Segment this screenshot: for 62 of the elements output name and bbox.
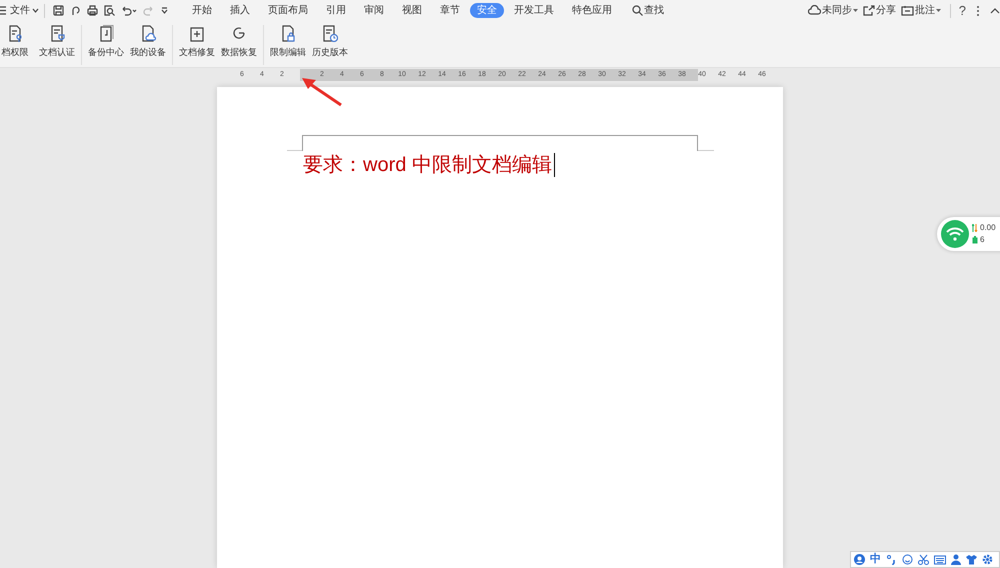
tab[interactable]: 章节 [432,3,468,18]
document-text: 要求：word 中限制文档编辑 [303,153,552,177]
ribbon-button[interactable]: 文档修复 [176,25,218,58]
network-speed: 0.00 [980,222,996,234]
print-icon[interactable] [87,5,98,16]
tab[interactable]: 视图 [394,3,430,18]
file-menu[interactable]: 文件 [10,3,39,18]
ribbon-button[interactable]: 数据恢复 [218,25,260,58]
more-icon[interactable] [976,4,980,16]
user-circle-icon[interactable] [854,554,865,565]
shirt-icon[interactable] [966,554,977,565]
tab[interactable]: 开始 [184,3,220,18]
network-count: 6 [980,234,984,246]
network-widget[interactable]: 0.00 6 [937,217,1000,251]
comment-button[interactable]: 批注 [900,3,941,18]
ribbon-button[interactable]: 限制编辑 [267,25,309,58]
share-button[interactable]: 分享 [862,3,896,18]
document-lock-icon[interactable] [280,25,296,42]
preview-icon[interactable] [104,5,115,16]
tab[interactable]: 开发工具 [506,3,562,18]
share-icon[interactable] [862,5,875,16]
scissors-icon[interactable] [918,554,929,565]
tab[interactable]: 特色应用 [564,3,620,18]
tab[interactable]: 审阅 [356,3,392,18]
comment-icon[interactable] [900,5,914,16]
smiley-icon[interactable] [902,554,913,565]
speed-icon[interactable] [972,224,978,232]
caret-icon[interactable] [936,8,941,12]
sync-button[interactable]: 未同步 [808,3,858,18]
save-icon[interactable] [53,5,64,16]
keyboard-icon[interactable] [934,554,946,564]
ribbon-button[interactable]: 我的设备 [127,25,169,58]
tab[interactable]: 插入 [222,3,258,18]
tab[interactable]: 页面布局 [260,3,316,18]
help-button[interactable]: ? [958,0,966,20]
dropdown-icon[interactable] [160,6,169,15]
document-cloud-icon[interactable] [140,25,156,42]
document-clock-icon[interactable] [322,25,338,42]
caret-icon[interactable] [32,8,39,13]
wifi-icon[interactable] [941,220,969,248]
ribbon-button[interactable]: 备份中心 [85,25,127,58]
document-stack-icon[interactable] [98,25,114,42]
cloud-icon[interactable] [808,5,821,16]
ime-mode-label[interactable]: 中 [870,551,881,568]
collapse-icon[interactable] [990,8,1000,14]
undo-icon[interactable] [121,5,137,16]
ribbon-button[interactable]: 档权限 [0,25,36,58]
document-key-icon[interactable] [7,25,23,42]
search-icon[interactable] [632,5,643,16]
battery-icon[interactable] [972,236,978,244]
tab[interactable]: 引用 [318,3,354,18]
search-button[interactable]: 查找 [632,3,664,18]
ribbon-button[interactable]: 文档认证 [36,25,78,58]
ribbon-button[interactable]: 历史版本 [309,25,351,58]
punctuation-icon[interactable] [886,554,897,565]
caret-icon[interactable] [852,8,858,12]
settings-icon[interactable] [982,554,993,565]
document-plus-icon[interactable] [189,25,205,42]
text-cursor [554,153,555,177]
person-icon[interactable] [951,554,961,565]
menu-icon[interactable] [0,6,8,15]
document-shield-icon[interactable] [49,25,65,42]
